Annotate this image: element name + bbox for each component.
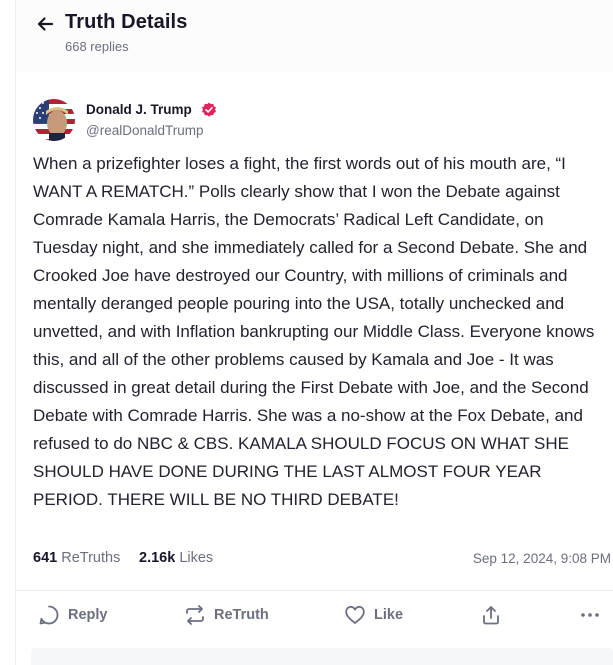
post-body: When a prizefighter loses a fight, the f… bbox=[33, 154, 595, 509]
likes-label: Likes bbox=[179, 550, 214, 566]
reply-label: Reply bbox=[68, 607, 108, 623]
avatar[interactable] bbox=[33, 99, 75, 141]
like-button[interactable]: Like bbox=[344, 603, 403, 627]
action-bar: Reply ReTruth Like bbox=[16, 590, 613, 638]
share-button[interactable] bbox=[480, 603, 502, 627]
retruths-count: 641 bbox=[33, 550, 58, 566]
verified-badge-icon bbox=[202, 102, 216, 117]
like-label: Like bbox=[374, 607, 404, 623]
page-header: Truth Details 668 replies bbox=[16, 0, 613, 72]
author-handle[interactable]: @realDonaldTrump bbox=[86, 123, 204, 138]
reply-button[interactable]: Reply bbox=[38, 603, 108, 627]
back-button[interactable] bbox=[34, 13, 56, 35]
post-timestamp: Sep 12, 2024, 9:08 PM bbox=[472, 551, 611, 566]
retruth-arrows-icon bbox=[186, 605, 204, 625]
arrow-left-icon bbox=[37, 17, 54, 31]
replies-count: 668 replies bbox=[65, 39, 129, 54]
likes-stat[interactable]: 2.16k Likes bbox=[139, 550, 213, 566]
post-stats: 641 ReTruths 2.16k Likes Sep 12, 2024, 9… bbox=[33, 550, 611, 570]
main-column: Truth Details 668 replies Donald J. Trum… bbox=[15, 0, 613, 665]
heart-icon bbox=[345, 605, 365, 624]
retruths-label: ReTruths bbox=[61, 550, 121, 566]
page-title: Truth Details bbox=[65, 11, 188, 33]
retruth-button[interactable]: ReTruth bbox=[184, 603, 269, 627]
more-dots-icon bbox=[581, 613, 599, 617]
retruths-stat[interactable]: 641 ReTruths bbox=[33, 550, 120, 566]
retruth-label: ReTruth bbox=[214, 607, 269, 623]
share-upload-icon bbox=[483, 606, 499, 625]
author-name[interactable]: Donald J. Trump bbox=[86, 102, 192, 117]
likes-count: 2.16k bbox=[139, 550, 176, 566]
next-reply-card bbox=[31, 648, 613, 665]
reply-bubble-icon bbox=[39, 605, 59, 625]
avatar-image bbox=[33, 99, 75, 141]
more-options-button[interactable] bbox=[579, 603, 601, 627]
